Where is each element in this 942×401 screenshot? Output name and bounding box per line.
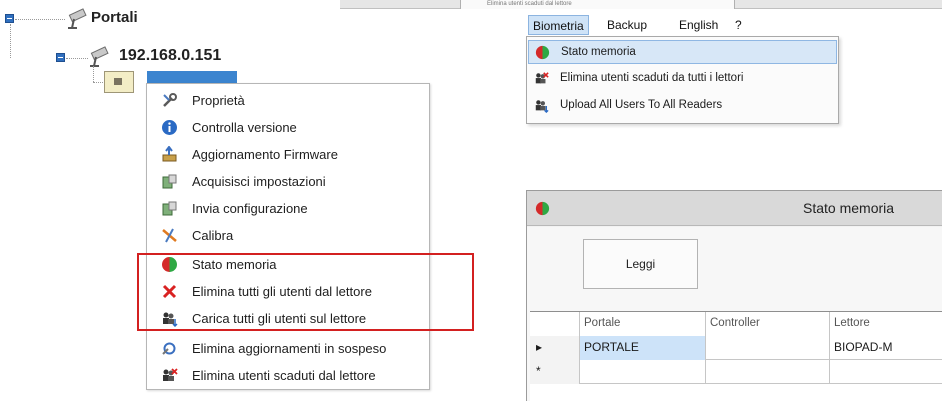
column-header-lettore[interactable]: Lettore (830, 312, 942, 336)
menu-item-invia-configurazione[interactable]: Invia configurazione (147, 195, 429, 222)
menu-item-label: Acquisisci impostazioni (192, 174, 326, 189)
collapse-portali-toggle[interactable] (5, 14, 14, 23)
menu-biometria[interactable]: Biometria (528, 15, 589, 35)
camera-icon (90, 46, 109, 67)
biometria-dropdown: Stato memoria Elimina utenti scaduti da … (526, 36, 839, 124)
menu-item-label: Elimina utenti scaduti dal lettore (192, 368, 376, 383)
cell-controller[interactable] (706, 336, 830, 360)
cell-portale[interactable] (580, 360, 706, 384)
tools-icon (163, 93, 177, 107)
tree-connector (10, 24, 11, 58)
send-config-icon (162, 201, 177, 216)
tree-controller-label[interactable]: 192.168.0.151 (119, 47, 221, 65)
upload-users-icon (535, 100, 549, 113)
highlight-frame (137, 253, 474, 331)
table-row[interactable]: ▸ PORTALE BIOPAD-M (530, 336, 942, 360)
dropdown-item-upload-all-users[interactable]: Upload All Users To All Readers (528, 94, 837, 118)
calibrate-icon (162, 228, 177, 243)
tree-connector (66, 58, 88, 59)
row-marker: * (530, 360, 580, 384)
cell-lettore[interactable]: BIOPAD-M (830, 336, 942, 360)
menu-item-elimina-utenti-scaduti[interactable]: Elimina utenti scaduti dal lettore (147, 362, 429, 389)
menu-item-label: Invia configurazione (192, 201, 308, 216)
menu-item-controlla-versione[interactable]: Controlla versione (147, 114, 429, 141)
menu-item-aggiornamento-firmware[interactable]: Aggiornamento Firmware (147, 141, 429, 168)
window-title: Stato memoria (803, 200, 895, 216)
dropdown-item-elimina-utenti-scaduti[interactable]: Elimina utenti scaduti da tutti i lettor… (528, 67, 837, 91)
reader-icon[interactable] (104, 71, 134, 93)
dropdown-item-label: Elimina utenti scaduti da tutti i lettor… (560, 72, 744, 84)
menu-item-label: Elimina aggiornamenti in sospeso (192, 341, 387, 356)
cell-controller[interactable] (706, 360, 830, 384)
menu-item-calibra[interactable]: Calibra (147, 222, 429, 249)
cell-lettore[interactable] (830, 360, 942, 384)
tree-root-label[interactable]: Portali (91, 9, 138, 26)
menu-item-elimina-aggiornamenti[interactable]: Elimina aggiornamenti in sospeso (147, 335, 429, 362)
dropdown-item-stato-memoria[interactable]: Stato memoria (528, 40, 837, 64)
grid-corner (530, 312, 580, 336)
acquire-settings-icon (162, 174, 177, 189)
menu-english[interactable]: English (679, 15, 718, 35)
grid-header-row: Portale Controller Lettore (530, 312, 942, 336)
memory-status-icon (535, 45, 550, 60)
background-menu-item: Elimina utenti scaduti dal lettore (460, 0, 735, 9)
menu-item-acquisisci-impostazioni[interactable]: Acquisisci impostazioni (147, 168, 429, 195)
camera-icon (68, 8, 87, 29)
menu-item-label: Proprietà (192, 93, 245, 108)
column-header-controller[interactable]: Controller (706, 312, 830, 336)
table-row[interactable]: * (530, 360, 942, 384)
menu-item-label: Aggiornamento Firmware (192, 147, 338, 162)
tree-connector (15, 19, 65, 20)
expired-users-icon (163, 368, 178, 381)
pending-updates-icon (162, 342, 176, 355)
memory-status-icon (535, 201, 550, 216)
cell-portale[interactable]: PORTALE (580, 336, 706, 360)
tree-connector (93, 66, 94, 82)
window-titlebar[interactable]: Stato memoria (527, 191, 942, 226)
dropdown-item-label: Stato memoria (561, 46, 636, 58)
menu-item-proprieta[interactable]: Proprietà (147, 87, 429, 114)
stato-memoria-window: Stato memoria Leggi Portale Controller L… (526, 190, 942, 401)
menu-item-label: Controlla versione (192, 120, 297, 135)
info-icon (162, 120, 177, 135)
menu-help[interactable]: ? (735, 15, 742, 35)
collapse-controller-toggle[interactable] (56, 53, 65, 62)
dropdown-item-label: Upload All Users To All Readers (560, 99, 723, 111)
reader-context-menu: Proprietà Controlla versione Aggiornamen… (146, 83, 430, 390)
memory-grid: Portale Controller Lettore ▸ PORTALE BIO… (530, 311, 942, 401)
expired-users-icon (535, 72, 549, 84)
row-marker: ▸ (530, 336, 580, 360)
menu-item-label: Calibra (192, 228, 234, 243)
menu-backup[interactable]: Backup (607, 15, 647, 35)
leggi-button[interactable]: Leggi (583, 239, 698, 289)
background-window-strip: Elimina utenti scaduti dal lettore (340, 0, 942, 9)
column-header-portale[interactable]: Portale (580, 312, 706, 336)
firmware-icon (162, 146, 177, 162)
window-body: Leggi Portale Controller Lettore ▸ PORTA… (527, 227, 942, 401)
